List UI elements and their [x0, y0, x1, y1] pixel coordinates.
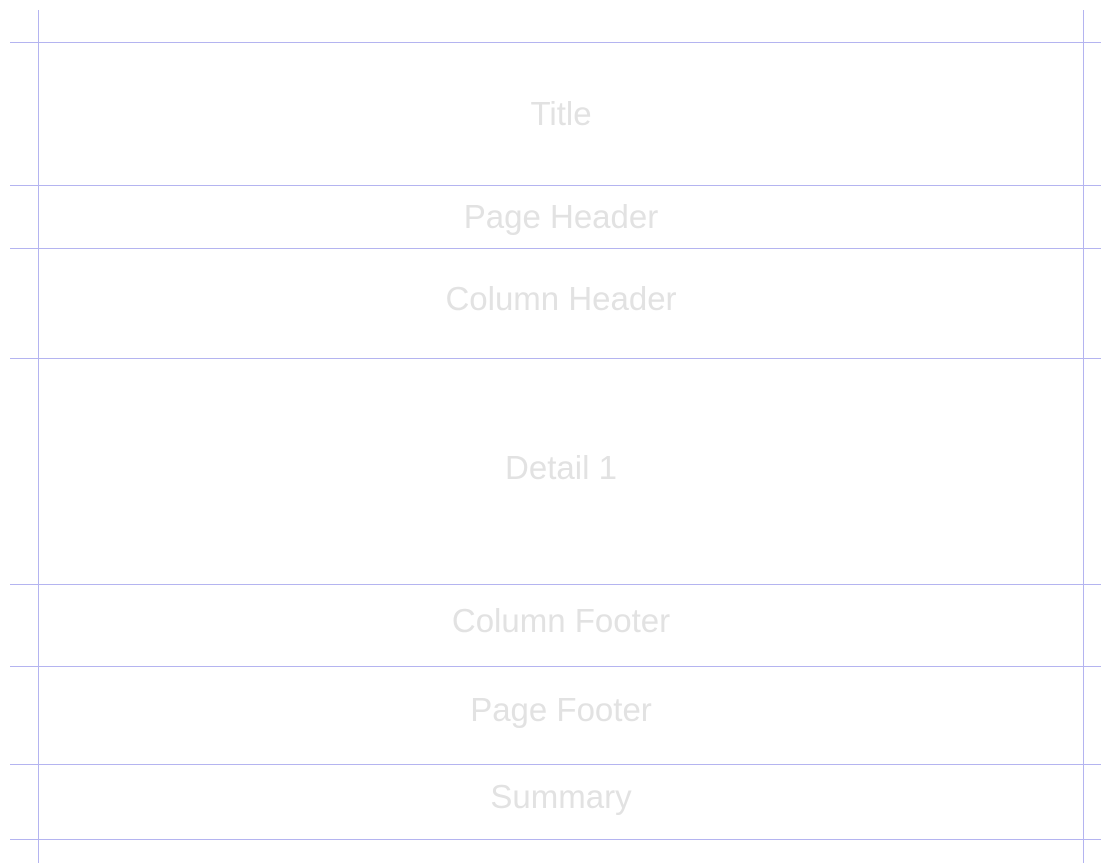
band-label: Column Footer — [451, 602, 671, 639]
band-label: Page Footer — [470, 691, 652, 728]
band-page-footer[interactable]: Page Footer — [38, 667, 1084, 753]
summary-bottom-guide[interactable] — [10, 839, 1101, 840]
band-summary[interactable]: Summary — [38, 765, 1084, 829]
band-column-footer[interactable]: Column Footer — [38, 585, 1084, 657]
band-title[interactable]: Title — [38, 43, 1084, 185]
band-label: Page Header — [463, 198, 659, 235]
band-label: Detail 1 — [505, 449, 617, 486]
band-label: Summary — [490, 778, 632, 815]
band-page-header[interactable]: Page Header — [38, 186, 1084, 248]
band-label: Title — [530, 95, 592, 132]
band-label: Column Header — [445, 280, 677, 317]
report-design-canvas[interactable]: Title Page Header Column Header Detail 1… — [0, 0, 1101, 863]
band-detail-1[interactable]: Detail 1 — [38, 359, 1084, 577]
band-column-header[interactable]: Column Header — [38, 249, 1084, 349]
